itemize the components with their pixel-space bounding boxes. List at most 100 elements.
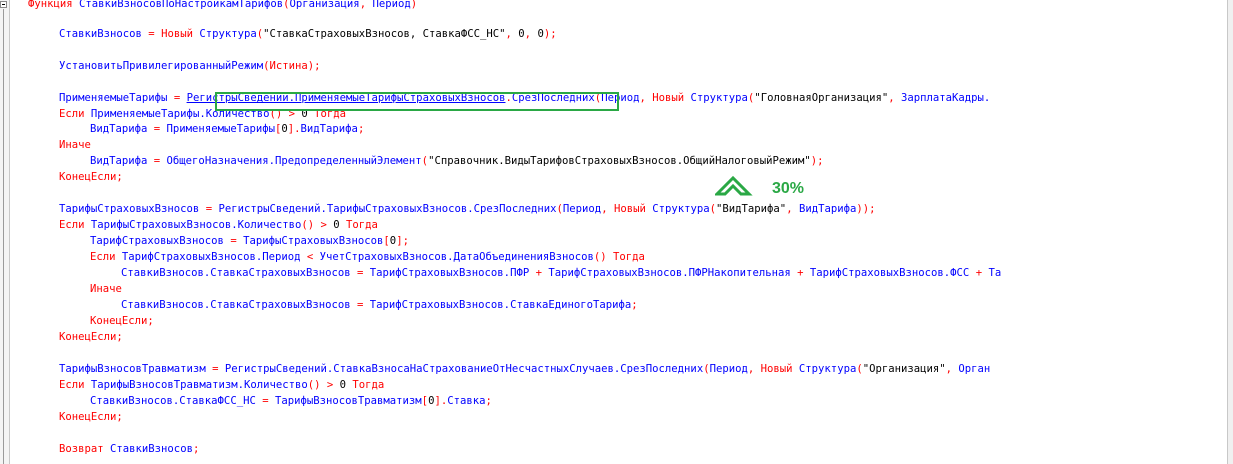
code-line[interactable]: Если ТарифыВзносовТравматизм.Количество(…: [59, 378, 384, 393]
code-token: ;: [192, 443, 200, 455]
code-token: ТарифыВзносовТравматизм: [59, 363, 206, 375]
code-token: =: [199, 203, 219, 215]
code-token: "Справочник.ВидыТарифовСтраховыхВзносов.…: [428, 155, 811, 167]
code-token: ПрименяемыеТарифы: [59, 92, 168, 104]
code-token: (): [593, 251, 614, 263]
code-line[interactable]: Иначе: [90, 282, 122, 297]
code-line[interactable]: Если ТарифСтраховыхВзносов.Период < Учет…: [90, 250, 645, 265]
code-token: ,: [945, 363, 959, 375]
collapse-icon[interactable]: [0, 1, 7, 8]
code-token: Новый: [161, 28, 200, 40]
code-token: Истина: [269, 60, 308, 72]
vertical-scrollbar[interactable]: [1227, 0, 1233, 464]
code-token: ТарифСтраховыхВзносов.ФСС: [809, 267, 970, 279]
code-token: ТарифыСтраховыхВзносов.Количество: [90, 219, 302, 231]
code-token: ,: [786, 203, 799, 215]
code-line[interactable]: Возврат СтавкиВзносов;: [59, 442, 199, 457]
code-token: Тогда: [339, 219, 378, 231]
code-token: ,: [505, 28, 519, 40]
code-token: СтавкиВзносовПоНастройкамТарифов: [79, 0, 284, 10]
code-token: ВидТарифа: [798, 203, 857, 215]
code-line[interactable]: СтавкиВзносов.СтавкаФСС_НС = ТарифыВзнос…: [90, 394, 492, 409]
code-line[interactable]: КонецЕсли;: [59, 410, 123, 425]
code-token: ,: [359, 0, 373, 10]
code-token: ,: [888, 92, 902, 104]
code-token: =: [205, 363, 225, 375]
code-line[interactable]: КонецЕсли;: [90, 314, 154, 329]
code-token: Если: [59, 108, 91, 120]
code-token: Структура: [652, 203, 710, 215]
code-line[interactable]: Функция СтавкиВзносовПоНастройкамТарифов…: [28, 0, 417, 12]
code-line[interactable]: СтавкиВзносов.СтавкаСтраховыхВзносов = Т…: [121, 298, 638, 313]
code-token: ТарифСтраховыхВзносов.ПФРНакопительная: [548, 267, 791, 279]
code-editor[interactable]: Функция СтавкиВзносовПоНастройкамТарифов…: [0, 0, 1233, 464]
code-line[interactable]: ТарифыСтраховыхВзносов = РегистрыСведени…: [59, 202, 876, 217]
fold-line: [3, 9, 4, 464]
code-token: КонецЕсли;: [90, 315, 154, 327]
code-token: Та: [988, 267, 1002, 279]
code-token: Структура: [798, 363, 857, 375]
code-token: ].: [287, 123, 301, 135]
code-token: Орган: [958, 363, 991, 375]
code-line[interactable]: СтавкиВзносов.СтавкаСтраховыхВзносов = Т…: [121, 266, 1001, 281]
code-line[interactable]: СтавкиВзносов = Новый Структура("СтавкаС…: [59, 27, 557, 42]
code-token: );: [307, 60, 321, 72]
code-token: СтавкиВзносов: [110, 443, 193, 455]
code-token: КонецЕсли;: [59, 331, 123, 343]
code-token: ТарифСтраховыхВзносов.Период: [121, 251, 301, 263]
code-token: СтавкиВзносов.СтавкаФСС_НС: [90, 395, 256, 407]
code-line[interactable]: Иначе: [59, 138, 91, 153]
code-token: Период: [562, 203, 602, 215]
code-token: (): [307, 379, 327, 391]
code-token: =: [167, 92, 187, 104]
code-token: РегистрыСведений.СтавкаВзносаНаСтрахован…: [224, 363, 704, 375]
code-token: Период: [372, 0, 411, 10]
code-token: ТарифыВзносовТравматизм: [274, 395, 422, 407]
code-token: );: [810, 155, 824, 167]
code-token: ));: [856, 203, 876, 215]
code-line[interactable]: УстановитьПривилегированныйРежим(Истина)…: [59, 59, 321, 74]
code-line[interactable]: ТарифыВзносовТравматизм = РегистрыСведен…: [59, 362, 990, 377]
code-token: ].: [434, 395, 448, 407]
code-token: );: [543, 28, 557, 40]
code-line[interactable]: КонецЕсли;: [59, 170, 123, 185]
code-line[interactable]: КонецЕсли;: [59, 330, 123, 345]
code-token: =: [147, 155, 167, 167]
code-token: ,: [747, 363, 761, 375]
code-token: ОбщегоНазначения.ПредопределенныйЭлемент: [166, 155, 422, 167]
code-token: +: [969, 267, 989, 279]
code-token: =: [255, 395, 275, 407]
code-token: СтавкиВзносов.СтавкаСтраховыхВзносов: [121, 267, 351, 279]
code-token: ВидТарифа: [300, 123, 358, 135]
code-token: ПрименяемыеТарифы: [166, 123, 275, 135]
code-token: ТарифыСтраховыхВзносов: [243, 235, 384, 247]
code-line[interactable]: ВидТарифа = ПрименяемыеТарифы[0].ВидТари…: [90, 122, 364, 137]
code-token: =: [141, 28, 162, 40]
code-token: Если: [90, 251, 122, 263]
code-line[interactable]: ТарифСтраховыхВзносов = ТарифыСтраховыхВ…: [90, 234, 409, 249]
code-token: =: [350, 267, 370, 279]
code-token: Период: [709, 363, 748, 375]
code-token: Функция: [28, 0, 80, 10]
code-token: Тогда: [613, 251, 645, 263]
code-token: ,: [524, 28, 538, 40]
code-token: СтавкиВзносов: [59, 28, 142, 40]
code-token: >: [320, 219, 334, 231]
code-token: ВидТарифа: [90, 123, 148, 135]
code-token: >: [326, 379, 340, 391]
code-token: КонецЕсли;: [59, 171, 123, 183]
code-token: Иначе: [90, 283, 122, 295]
code-line[interactable]: Если ТарифыСтраховыхВзносов.Количество()…: [59, 218, 378, 233]
code-token: ,: [639, 92, 653, 104]
code-token: ТарифСтраховыхВзносов.СтавкаЕдиногоТариф…: [369, 299, 632, 311]
code-token: <: [300, 251, 320, 263]
code-token: (): [301, 219, 321, 231]
code-token: "Организация": [862, 363, 946, 375]
code-token: Структура: [690, 92, 748, 104]
arrow-up-outline-icon: [715, 175, 753, 196]
code-token: РегистрыСведений.ТарифыСтраховыхВзносов.…: [218, 203, 557, 215]
code-token: Возврат: [59, 443, 111, 455]
code-token: СтавкиВзносов.СтавкаСтраховыхВзносов: [121, 299, 351, 311]
code-line[interactable]: ВидТарифа = ОбщегоНазначения.Предопредел…: [90, 154, 824, 169]
code-token: ;: [631, 299, 638, 311]
